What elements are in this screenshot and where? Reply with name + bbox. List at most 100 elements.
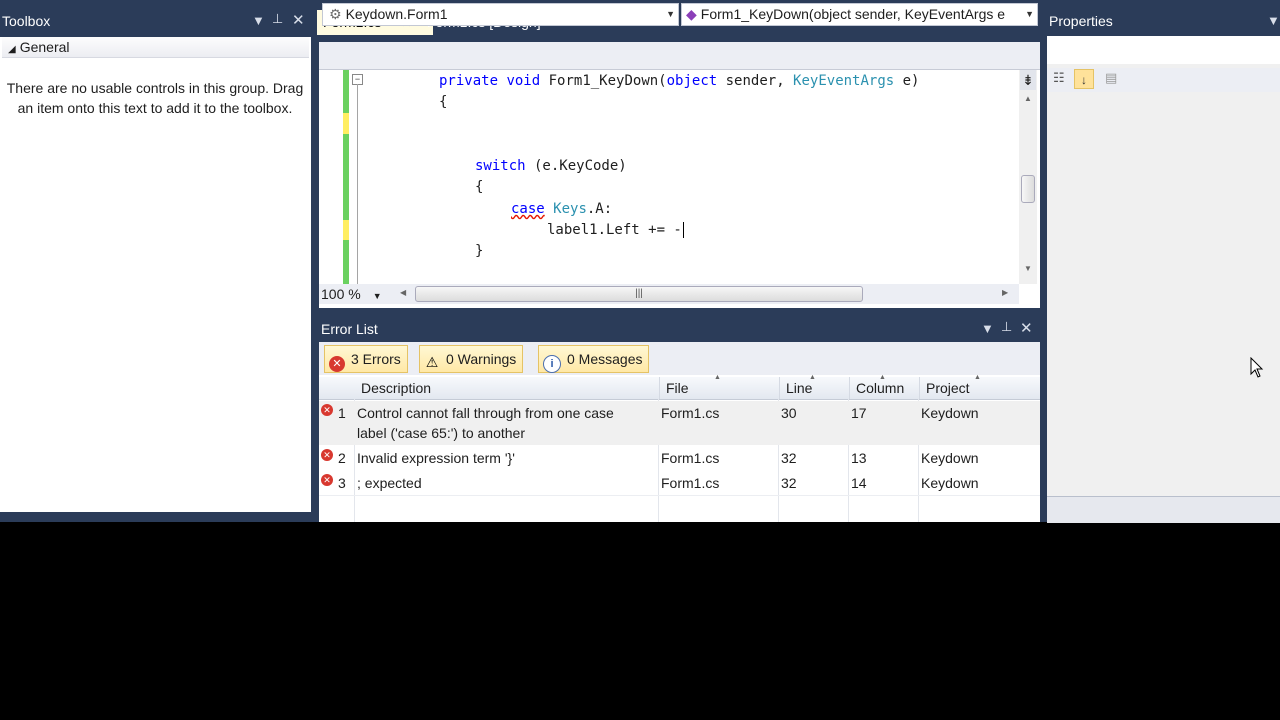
toolbox-title: Toolbox [2, 13, 51, 29]
row-line: 32 [781, 475, 797, 491]
expand-icon: ◢ [8, 44, 16, 55]
code-text: (e.KeyCode) [525, 158, 627, 174]
keyword: case [511, 201, 545, 217]
dropdown-icon[interactable]: ▼ [1267, 13, 1280, 28]
scroll-up-icon[interactable]: ▲ [1024, 94, 1032, 103]
description-line: label ('case 65:') to another [357, 425, 525, 441]
chevron-down-icon: ▼ [1025, 4, 1034, 25]
sort-icon: ▲ [714, 374, 721, 381]
row-file: Form1.cs [661, 450, 720, 466]
table-row[interactable]: ✕ 1 Control cannot fall through from one… [319, 401, 1040, 445]
column-header-icon[interactable] [319, 377, 355, 399]
errors-filter-button[interactable]: ✕ 3 Errors [324, 345, 408, 373]
code-line-switch: switch (e.KeyCode) [475, 156, 627, 177]
description-line: Control cannot fall through from one cas… [357, 405, 614, 421]
row-project: Keydown [921, 475, 979, 491]
errors-label: 3 Errors [351, 351, 401, 367]
warning-icon: ⚠ [425, 354, 439, 370]
properties-toolbar: ☷ ↓ ▤ [1047, 68, 1280, 92]
code-line-brace: { [475, 179, 484, 195]
pin-icon[interactable]: ⊥ [1001, 319, 1012, 335]
row-number: 1 [338, 405, 346, 421]
row-number: 2 [338, 450, 346, 466]
method-icon: ◆ [686, 6, 697, 22]
messages-label: 0 Messages [567, 351, 643, 367]
member-combo[interactable]: ◆ Form1_KeyDown(object sender, KeyEventAr… [681, 3, 1038, 26]
toolbox-group-general[interactable]: ◢ General [2, 37, 309, 58]
keyword: void [506, 73, 541, 89]
zoom-value: 100 % [321, 286, 361, 302]
row-description: Invalid expression term '}' [357, 450, 515, 466]
scroll-right-icon[interactable]: ▶ [1002, 288, 1008, 297]
alphabetical-icon[interactable]: ↓ [1074, 69, 1094, 89]
type-name: KeyEventArgs [793, 73, 895, 89]
table-row[interactable]: ✕ 2 Invalid expression term '}' Form1.cs… [319, 446, 1040, 470]
row-column: 13 [851, 450, 867, 466]
outline-line [357, 84, 358, 284]
code-line-signature: private void Form1_KeyDown(object sender… [439, 71, 920, 92]
close-icon[interactable]: ✕ [1020, 319, 1033, 337]
properties-titlebar: Properties ▼ [1047, 10, 1280, 34]
text-cursor [682, 222, 684, 238]
row-column: 17 [851, 405, 867, 421]
code-text: Form1_KeyDown( [540, 73, 667, 89]
keyword: switch [475, 158, 526, 174]
warnings-filter-button[interactable]: ⚠ 0 Warnings [419, 345, 524, 373]
member-combo-value: Form1_KeyDown(object sender, KeyEventArg… [700, 6, 1006, 22]
scroll-thumb[interactable] [1021, 175, 1035, 203]
categorized-icon[interactable]: ☷ [1053, 70, 1065, 86]
row-number: 3 [338, 475, 346, 491]
row-description: ; expected [357, 475, 422, 491]
scroll-left-icon[interactable]: ◀ [400, 288, 406, 297]
vertical-scrollbar[interactable]: ⇟ ▲ ▼ [1019, 70, 1037, 284]
row-description: Control cannot fall through from one cas… [357, 403, 614, 443]
code-line-assign: label1.Left += - [547, 220, 684, 241]
error-icon: ✕ [321, 404, 333, 416]
error-list-titlebar: Error List ▼ ⊥ ✕ [319, 318, 1040, 342]
properties-description-area [1047, 496, 1280, 523]
dropdown-icon[interactable]: ▼ [252, 13, 265, 28]
messages-filter-button[interactable]: i 0 Messages [538, 345, 650, 373]
code-line-case: case Keys.A: [511, 199, 612, 220]
code-area[interactable]: − private void Form1_KeyDown(object send… [319, 70, 1019, 284]
code-text: e) [894, 73, 920, 89]
horizontal-scroll-thumb[interactable]: ||| [415, 286, 863, 302]
row-project: Keydown [921, 450, 979, 466]
properties-title: Properties [1049, 13, 1113, 29]
split-icon[interactable]: ⇟ [1020, 70, 1036, 90]
row-line: 30 [781, 405, 797, 421]
mouse-cursor-icon [1250, 356, 1264, 382]
code-text: .A: [586, 201, 613, 217]
row-column: 14 [851, 475, 867, 491]
object-selector[interactable] [1047, 36, 1280, 64]
property-pages-icon[interactable]: ▤ [1105, 70, 1117, 86]
sort-icon: ▲ [809, 374, 816, 381]
chevron-down-icon: ▼ [372, 291, 382, 301]
error-icon: ✕ [329, 356, 345, 372]
type-combo[interactable]: ⚙ Keydown.Form1 ▼ [322, 3, 679, 26]
type-name: Keys [553, 201, 587, 217]
warnings-label: 0 Warnings [446, 351, 517, 367]
scroll-down-icon[interactable]: ▼ [1024, 264, 1032, 273]
navigation-bar [319, 42, 1040, 70]
type-combo-value: Keydown.Form1 [345, 6, 448, 22]
table-row[interactable]: ✕ 3 ; expected Form1.cs 32 14 Keydown [319, 471, 1040, 496]
dropdown-icon[interactable]: ▼ [981, 321, 994, 336]
row-file: Form1.cs [661, 405, 720, 421]
grip-icon: ||| [635, 288, 643, 299]
code-text: sender, [717, 73, 794, 89]
close-icon[interactable]: ✕ [292, 11, 305, 29]
column-header-description[interactable]: Description [355, 377, 659, 399]
keyword: private [439, 73, 499, 89]
zoom-combo[interactable]: 100 % ▼ [321, 286, 393, 303]
error-icon: ✕ [321, 449, 333, 461]
change-indicator [343, 70, 349, 284]
code-line-brace: { [439, 94, 448, 110]
pin-icon[interactable]: ⊥ [272, 11, 283, 27]
toolbox-empty-message[interactable]: There are no usable controls in this gro… [6, 78, 304, 118]
class-icon: ⚙ [329, 6, 342, 22]
code-text: label1.Left += - [547, 222, 682, 238]
row-project: Keydown [921, 405, 979, 421]
error-list-title: Error List [321, 321, 378, 337]
group-label: General [19, 39, 70, 55]
